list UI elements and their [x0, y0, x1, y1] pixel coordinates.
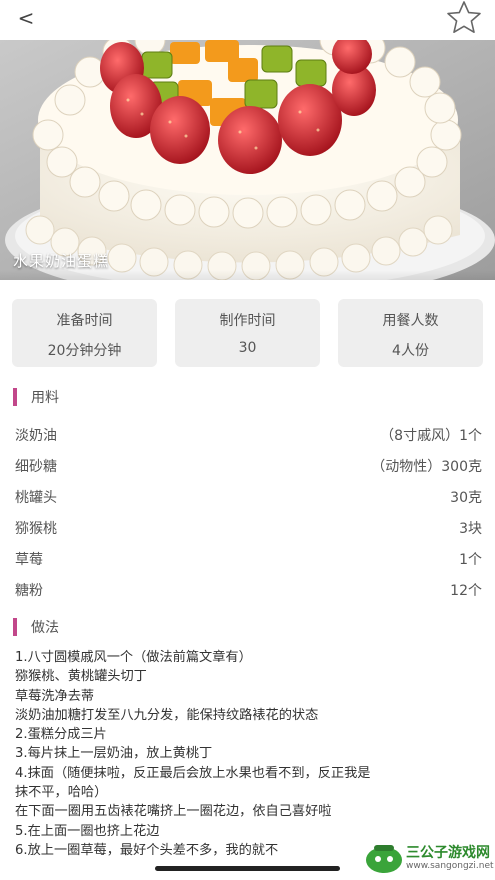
- method-line: 淡奶油加糖打发至八九分发，能保持纹路裱花的状态: [15, 707, 319, 723]
- method-line: 在下面一圈用五齿裱花嘴挤上一圈花边，依自己喜好啦: [15, 804, 332, 820]
- watermark-url: www.sangongzi.net: [406, 861, 494, 871]
- method-line: 草莓洗净去蒂: [15, 688, 95, 704]
- ingredient-row: 细砂糖 （动物性）300克: [15, 456, 482, 478]
- method-line: 1.八寸圆模戚风一个（做法前篇文章有）: [15, 650, 252, 665]
- ingredient-name: 淡奶油: [15, 428, 57, 444]
- watermark-name: 三公子游戏网: [406, 845, 490, 861]
- ingredient-amount: （动物性）300克: [371, 459, 482, 475]
- cook-time-card: 制作时间 30: [175, 299, 320, 367]
- cook-time-label: 制作时间: [219, 313, 276, 329]
- ingredient-row: 草莓 1个: [15, 549, 482, 571]
- home-indicator: [155, 866, 340, 871]
- prep-time-card: 准备时间 20分钟分钟: [12, 299, 157, 367]
- method-line: 3.每片抹上一层奶油，放上黄桃丁: [15, 746, 213, 762]
- ingredient-name: 糖粉: [15, 583, 43, 599]
- method-line: 5.在上面一圈也挤上花边: [15, 823, 160, 839]
- ingredient-row: 淡奶油 （8寸戚风）1个: [15, 425, 482, 447]
- ingredient-amount: 30克: [450, 490, 482, 506]
- hero-shade: [0, 270, 495, 280]
- method-line: 2.蛋糕分成三片: [15, 727, 107, 743]
- ingredient-row: 猕猴桃 3块: [15, 518, 482, 540]
- ingredient-row: 桃罐头 30克: [15, 487, 482, 509]
- ingredient-name: 细砂糖: [15, 459, 57, 475]
- method-title: 做法: [31, 620, 59, 636]
- prep-time-label: 准备时间: [56, 313, 113, 329]
- site-watermark: 三公子游戏网 www.sangongzi.net: [362, 840, 494, 876]
- ingredients-title: 用料: [31, 390, 59, 406]
- hero-image: [0, 40, 495, 280]
- method-steps: 1.八寸圆模戚风一个（做法前篇文章有） 猕猴桃、黄桃罐头切丁 草莓洗净去蒂 淡奶…: [15, 648, 493, 860]
- servings-label: 用餐人数: [382, 313, 439, 329]
- ingredient-amount: 1个: [459, 552, 482, 568]
- cook-time-value: 30: [238, 340, 257, 356]
- servings-card: 用餐人数 4人份: [338, 299, 483, 367]
- section-accent-bar: [13, 388, 17, 406]
- ingredient-amount: 3块: [459, 521, 482, 537]
- ingredient-amount: （8寸戚风）1个: [380, 428, 482, 444]
- recipe-info-cards: 准备时间 20分钟分钟 制作时间 30 用餐人数 4人份: [0, 299, 495, 369]
- favorite-button[interactable]: [445, 0, 483, 36]
- servings-value: 4人份: [392, 343, 429, 359]
- recipe-title: 水果奶油蛋糕: [13, 252, 110, 270]
- back-button[interactable]: <: [14, 6, 38, 30]
- cake-illustration: [0, 40, 495, 280]
- method-line: 猕猴桃、黄桃罐头切丁: [15, 669, 147, 685]
- prep-time-value: 20分钟分钟: [47, 343, 122, 359]
- ingredient-name: 桃罐头: [15, 490, 57, 506]
- ingredient-name: 猕猴桃: [15, 521, 57, 537]
- ingredient-name: 草莓: [15, 552, 43, 568]
- watermark-logo-icon: [366, 845, 402, 873]
- star-outline-icon: [447, 1, 481, 34]
- method-line: 4.抹面（随便抹啦，反正最后会放上水果也看不到，反正我是: [15, 765, 371, 781]
- method-line: 抹不平，哈哈）: [15, 785, 108, 801]
- chevron-left-icon: <: [17, 6, 35, 30]
- section-accent-bar: [13, 618, 17, 636]
- ingredient-amount: 12个: [450, 583, 482, 599]
- ingredient-row: 糖粉 12个: [15, 580, 482, 602]
- top-bar: <: [0, 0, 495, 40]
